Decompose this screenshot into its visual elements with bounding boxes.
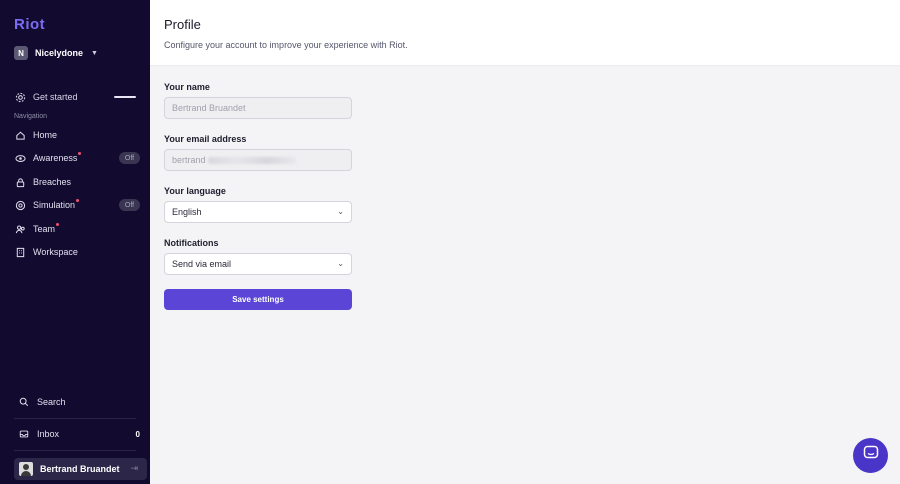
notification-dot	[76, 199, 80, 202]
language-label: Your language	[164, 186, 226, 196]
sidebar-divider	[14, 450, 136, 451]
sidebar-item-label: Home	[33, 130, 58, 140]
chevron-down-icon: ▼	[91, 49, 98, 57]
notification-dot	[56, 223, 60, 226]
sidebar-item-workspace[interactable]: Workspace	[14, 244, 142, 260]
sidebar-item-home[interactable]: Home	[14, 127, 142, 143]
eye-icon	[14, 152, 26, 164]
user-name: Bertrand Bruandet	[40, 464, 120, 474]
org-avatar: N	[14, 46, 28, 60]
language-value: English	[172, 207, 202, 217]
target-icon	[14, 199, 26, 211]
inbox-count: 0	[135, 429, 140, 439]
sidebar-item-label: Team	[33, 223, 60, 234]
page-title: Profile	[164, 17, 201, 32]
notification-dot	[78, 152, 82, 155]
avatar	[19, 462, 33, 476]
user-profile[interactable]: Bertrand Bruandet ⇥	[14, 458, 147, 480]
search-button[interactable]: Search	[18, 396, 66, 408]
building-icon	[14, 246, 26, 258]
inbox-button[interactable]: Inbox 0	[18, 428, 146, 440]
search-icon	[18, 396, 30, 408]
lock-icon	[14, 176, 26, 188]
get-started-label: Get started	[33, 92, 78, 102]
search-label: Search	[37, 397, 66, 407]
sidebar-item-label: Workspace	[33, 247, 78, 257]
notifications-value: Send via email	[172, 259, 232, 269]
page-header: Profile Configure your account to improv…	[150, 0, 900, 66]
sidebar-item-awareness[interactable]: Awareness Off	[14, 150, 142, 166]
home-icon	[14, 129, 26, 141]
get-started-item[interactable]: Get started	[14, 91, 138, 103]
riot-logo[interactable]: Riot	[14, 16, 45, 33]
logout-icon[interactable]: ⇥	[130, 463, 138, 474]
awareness-toggle[interactable]: Off	[119, 152, 140, 164]
sidebar: Riot N Nicelydone ▼ Get started Navigati…	[0, 0, 150, 484]
notifications-label: Notifications	[164, 238, 219, 248]
sidebar-item-team[interactable]: Team	[14, 221, 142, 237]
simulation-toggle[interactable]: Off	[119, 199, 140, 211]
gear-icon	[14, 91, 26, 103]
sidebar-item-simulation[interactable]: Simulation Off	[14, 197, 142, 213]
chat-launcher-button[interactable]	[853, 438, 888, 473]
email-value: bertrand	[172, 155, 206, 165]
sidebar-item-label: Awareness	[33, 152, 82, 163]
sidebar-item-label: Simulation	[33, 199, 80, 210]
chevron-down-icon: ⌄	[337, 207, 344, 216]
sidebar-item-label: Breaches	[33, 177, 72, 187]
name-label: Your name	[164, 82, 210, 92]
redacted-email	[207, 156, 296, 164]
email-field[interactable]: bertrand	[164, 149, 352, 171]
team-icon	[14, 223, 26, 235]
sidebar-item-breaches[interactable]: Breaches	[14, 174, 142, 190]
notifications-select[interactable]: Send via email ⌄	[164, 253, 352, 275]
org-switcher[interactable]: N Nicelydone ▼	[14, 46, 98, 60]
chat-icon	[863, 445, 879, 466]
name-value: Bertrand Bruandet	[172, 103, 246, 113]
inbox-label: Inbox	[37, 429, 60, 439]
chevron-down-icon: ⌄	[337, 259, 344, 268]
sidebar-divider	[14, 418, 136, 419]
save-settings-button[interactable]: Save settings	[164, 289, 352, 310]
name-field[interactable]: Bertrand Bruandet	[164, 97, 352, 119]
org-name: Nicelydone	[35, 48, 84, 58]
page-subtitle: Configure your account to improve your e…	[164, 40, 408, 50]
language-select[interactable]: English ⌄	[164, 201, 352, 223]
nav-header: Navigation	[14, 113, 48, 120]
inbox-icon	[18, 428, 30, 440]
get-started-progress	[114, 96, 136, 98]
email-label: Your email address	[164, 134, 247, 144]
